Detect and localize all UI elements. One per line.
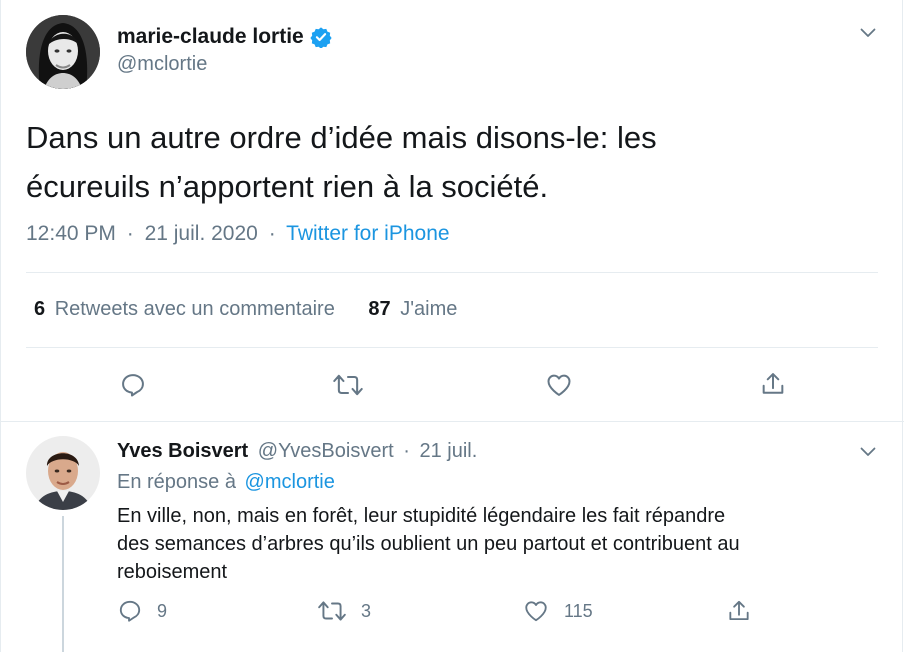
likes-stat[interactable]: 87 J'aime xyxy=(368,298,457,320)
tweet-time[interactable]: 12:40 PM xyxy=(26,222,116,245)
like-button[interactable] xyxy=(543,369,575,401)
reply-author-handle[interactable]: @YvesBoisvert xyxy=(258,440,394,462)
retweet-button[interactable] xyxy=(331,369,365,401)
section-divider xyxy=(1,421,904,422)
tweet-meta: 12:40 PM · 21 juil. 2020 · Twitter for i… xyxy=(26,222,450,246)
author-name-row: marie-claude lortie xyxy=(117,24,332,50)
timeline-frame: marie-claude lortie @mclortie Dans un au… xyxy=(0,0,904,652)
in-reply-to: En réponse à @mclortie xyxy=(117,471,335,494)
meta-separator: · xyxy=(126,222,134,245)
retweet-count: 3 xyxy=(361,600,372,621)
share-button[interactable] xyxy=(757,368,789,400)
reply-share-button[interactable] xyxy=(725,597,753,625)
reply-retweet-button[interactable]: 3 xyxy=(317,597,371,625)
likes-count: 87 xyxy=(368,298,391,320)
reply-header: Yves Boisvert @YvesBoisvert · 21 juil. xyxy=(117,440,477,463)
heart-icon xyxy=(525,601,547,622)
reply-count: 9 xyxy=(157,600,168,621)
reply-like-button[interactable]: 115 xyxy=(523,597,593,625)
reply-author-name[interactable]: Yves Boisvert xyxy=(117,440,248,462)
reply-text-line: En ville, non, mais en forêt, leur stupi… xyxy=(117,505,726,527)
retweets-count: 6 xyxy=(34,298,46,320)
meta-separator: · xyxy=(403,440,410,462)
reply-button[interactable] xyxy=(117,369,149,401)
author-name[interactable]: marie-claude lortie xyxy=(117,25,304,49)
in-reply-handle-link[interactable]: @mclortie xyxy=(245,471,335,493)
reply-icon xyxy=(119,600,141,622)
tweet-source-link[interactable]: Twitter for iPhone xyxy=(286,222,449,245)
author-avatar[interactable] xyxy=(26,15,100,89)
tweet-date[interactable]: 21 juil. 2020 xyxy=(145,222,258,245)
reply-text-line: des semances d’arbres qu’ils oublient un… xyxy=(117,533,740,555)
retweets-label: Retweets avec un commentaire xyxy=(54,298,335,320)
divider xyxy=(26,272,878,273)
share-icon xyxy=(762,373,784,394)
thread-line xyxy=(62,516,64,652)
retweet-icon xyxy=(333,374,363,396)
tweet-text: Dans un autre ordre d’idée mais disons-l… xyxy=(26,113,657,211)
in-reply-prefix: En réponse à xyxy=(117,471,236,493)
share-icon xyxy=(729,600,749,621)
verified-badge-icon xyxy=(310,26,332,48)
tweet-text-line: Dans un autre ordre d’idée mais disons-l… xyxy=(26,120,657,155)
reply-author-avatar[interactable] xyxy=(26,436,100,510)
heart-icon xyxy=(547,374,571,396)
chevron-down-icon[interactable] xyxy=(857,24,879,42)
reply-text-line: reboisement xyxy=(117,561,228,583)
chevron-down-icon[interactable] xyxy=(857,443,879,461)
meta-separator: · xyxy=(268,222,276,245)
reply-text: En ville, non, mais en forêt, leur stupi… xyxy=(117,502,740,586)
likes-label: J'aime xyxy=(400,298,458,320)
retweets-stat[interactable]: 6 Retweets avec un commentaire xyxy=(34,298,340,320)
author-handle[interactable]: @mclortie xyxy=(117,53,207,76)
tweet-text-line: écureuils n’apportent rien à la société. xyxy=(26,169,549,204)
tweet-stats: 6 Retweets avec un commentaire 87 J'aime xyxy=(34,298,457,321)
divider xyxy=(26,347,878,348)
reply-reply-button[interactable]: 9 xyxy=(117,597,167,625)
reply-date[interactable]: 21 juil. xyxy=(419,440,477,462)
like-count: 115 xyxy=(564,600,593,621)
retweet-icon xyxy=(318,601,346,621)
reply-icon xyxy=(122,374,144,397)
